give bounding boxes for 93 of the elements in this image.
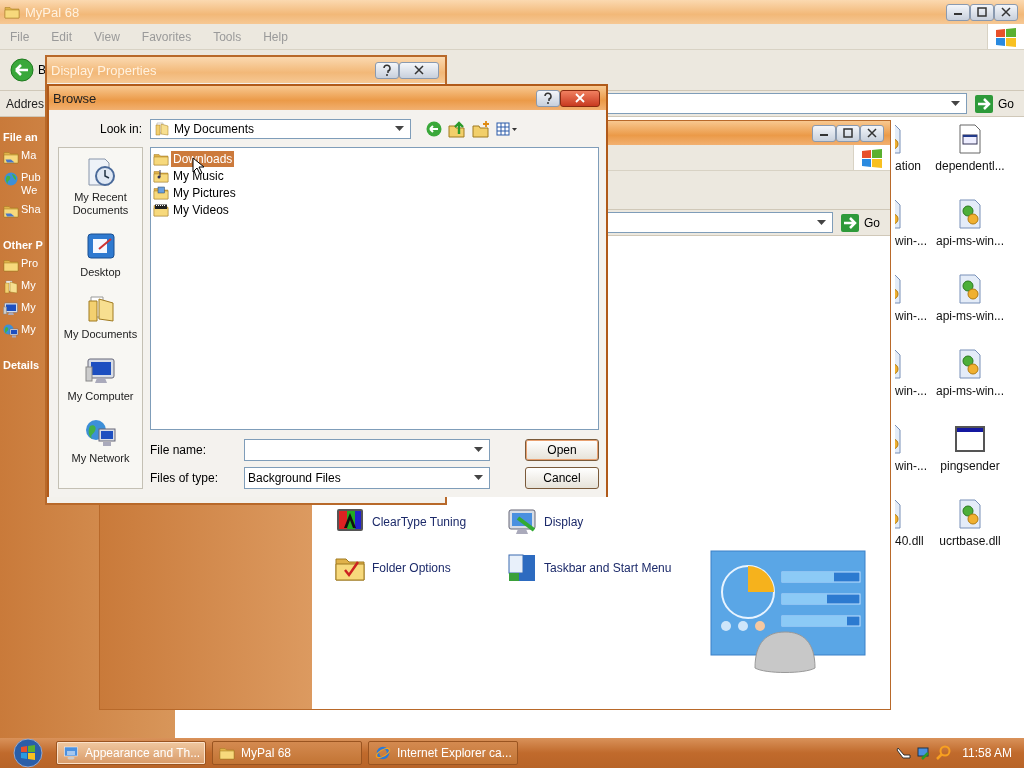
control-panel-link[interactable]: Taskbar and Start Menu bbox=[544, 561, 672, 575]
view-menu-button[interactable] bbox=[495, 122, 519, 136]
file-name[interactable]: win-... bbox=[895, 459, 927, 473]
pane-heading: Details bbox=[3, 359, 41, 371]
file-name-field[interactable] bbox=[244, 439, 490, 461]
file-name[interactable]: win-... bbox=[895, 234, 927, 248]
folder-name[interactable]: My Videos bbox=[171, 202, 231, 218]
window-title: Display Properties bbox=[51, 62, 157, 78]
clock: 11:58 AM bbox=[962, 746, 1012, 760]
dropdown-arrow-icon bbox=[474, 475, 483, 481]
folder-icon bbox=[153, 151, 169, 167]
file-name[interactable]: api-ms-win... bbox=[936, 234, 1004, 248]
window-title: MyPal 68 bbox=[25, 4, 80, 20]
browser-icon bbox=[375, 745, 391, 761]
pane-heading: Other P bbox=[3, 239, 44, 251]
file-name[interactable]: dependentl... bbox=[935, 159, 1005, 173]
computer-icon bbox=[3, 301, 19, 317]
question-mark-icon bbox=[543, 92, 553, 104]
documents-folder-icon bbox=[154, 121, 170, 137]
close-icon bbox=[414, 65, 424, 75]
file-name[interactable]: api-ms-win... bbox=[936, 384, 1004, 398]
views-grid-icon bbox=[496, 122, 518, 136]
close-button[interactable] bbox=[860, 124, 884, 142]
music-folder-icon bbox=[153, 168, 169, 184]
go-arrow-icon bbox=[841, 213, 859, 232]
file-name[interactable]: win-... bbox=[895, 384, 927, 398]
maximize-button[interactable] bbox=[836, 124, 860, 142]
place-link[interactable]: My Computer bbox=[58, 390, 143, 403]
film-folder-icon bbox=[153, 202, 169, 218]
dropdown-arrow-icon bbox=[817, 219, 826, 226]
place-link[interactable]: My Recent Documents bbox=[58, 191, 143, 217]
close-icon bbox=[867, 128, 877, 138]
application-window-icon bbox=[954, 423, 986, 455]
maximize-icon bbox=[977, 7, 987, 17]
go-arrow-icon bbox=[975, 94, 993, 113]
dropdown-arrow-icon bbox=[474, 447, 483, 453]
go-button[interactable]: Go bbox=[837, 213, 884, 232]
globe-icon bbox=[3, 171, 19, 187]
search-icon bbox=[936, 745, 953, 761]
minimize-button[interactable] bbox=[812, 124, 836, 142]
close-button[interactable] bbox=[560, 89, 600, 107]
windows-logo-icon bbox=[861, 147, 883, 168]
place-link[interactable]: My Network bbox=[58, 452, 143, 465]
windows-logo-icon bbox=[995, 26, 1017, 47]
question-mark-icon bbox=[382, 64, 392, 76]
shared-folder-icon bbox=[3, 203, 19, 219]
shared-folder-icon bbox=[3, 149, 19, 165]
file-name[interactable]: api-ms-win... bbox=[936, 309, 1004, 323]
close-icon bbox=[1001, 7, 1011, 17]
documents-folder-icon bbox=[3, 279, 19, 295]
file-type-dropdown[interactable]: Background Files bbox=[244, 467, 490, 489]
new-folder-icon bbox=[472, 120, 490, 138]
open-button[interactable]: Open bbox=[525, 439, 599, 461]
maximize-icon bbox=[843, 128, 853, 138]
folder-name[interactable]: My Music bbox=[171, 168, 226, 184]
file-name-label: File name: bbox=[150, 443, 208, 457]
pane-heading: File an bbox=[3, 131, 39, 143]
address-label: Addres bbox=[6, 96, 45, 111]
start-orb-icon bbox=[13, 738, 43, 768]
folder-up-arrow-icon bbox=[448, 120, 466, 138]
network-icon bbox=[3, 323, 19, 339]
folder-icon bbox=[3, 257, 19, 273]
place-link[interactable]: My Documents bbox=[58, 328, 143, 341]
up-folder-button[interactable] bbox=[447, 120, 467, 138]
file-name[interactable]: pingsender bbox=[940, 459, 1000, 473]
folder-icon bbox=[219, 745, 235, 761]
control-panel-link[interactable]: Display bbox=[544, 515, 584, 529]
back-button[interactable] bbox=[425, 121, 443, 137]
control-panel-link[interactable]: ClearType Tuning bbox=[372, 515, 467, 529]
pictures-folder-icon bbox=[153, 185, 169, 201]
dropdown-arrow-icon bbox=[951, 100, 960, 107]
taskbar-settings-icon bbox=[506, 552, 538, 584]
window-title: Browse bbox=[53, 90, 97, 106]
look-in-label: Look in: bbox=[98, 122, 143, 136]
folder-icon bbox=[4, 4, 20, 20]
go-button[interactable]: Go bbox=[971, 94, 1018, 113]
place-link[interactable]: Desktop bbox=[58, 266, 143, 279]
dropdown-arrow-icon bbox=[395, 126, 404, 132]
file-name[interactable]: ation bbox=[895, 159, 922, 173]
control-panel-icon bbox=[63, 745, 79, 761]
file-name[interactable]: ucrtbase.dll bbox=[939, 534, 1001, 548]
back-button[interactable]: B bbox=[10, 58, 46, 82]
file-type-label: Files of type: bbox=[150, 471, 220, 485]
folder-name[interactable]: My Pictures bbox=[171, 185, 238, 201]
control-panel-link[interactable]: Folder Options bbox=[372, 561, 451, 575]
close-icon bbox=[575, 93, 585, 103]
plug-icon bbox=[896, 745, 913, 761]
file-name[interactable]: 40.dll bbox=[895, 534, 924, 548]
file-name[interactable]: win-... bbox=[895, 309, 927, 323]
network-icon bbox=[84, 417, 117, 449]
cancel-button[interactable]: Cancel bbox=[525, 467, 599, 489]
help-button[interactable] bbox=[536, 89, 560, 107]
look-in-dropdown[interactable]: My Documents bbox=[150, 119, 411, 139]
